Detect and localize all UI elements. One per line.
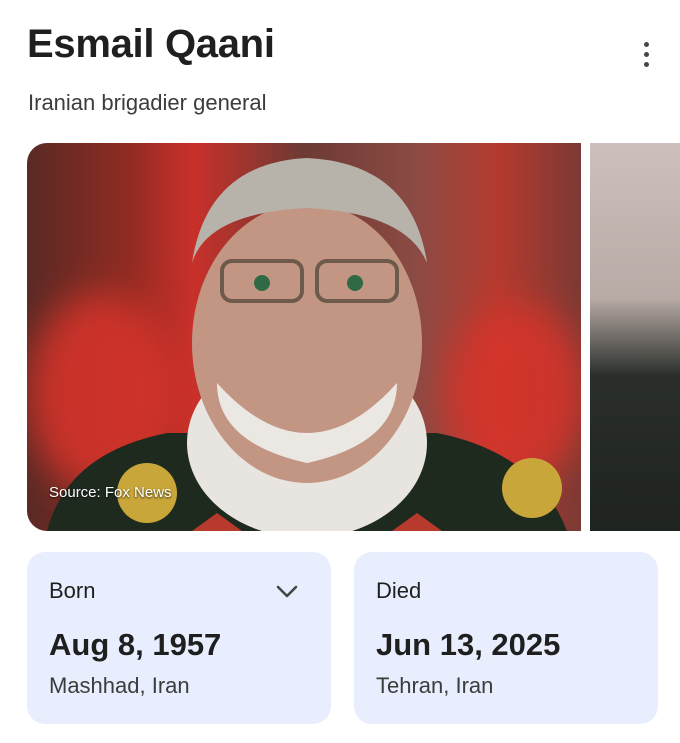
image-gallery[interactable]: Source: Fox News — [27, 143, 680, 531]
born-label: Born — [49, 578, 96, 603]
died-card[interactable]: Died Jun 13, 2025 Tehran, Iran — [354, 552, 658, 724]
more-options-button[interactable] — [628, 36, 664, 72]
born-card[interactable]: Born Aug 8, 1957 Mashhad, Iran — [27, 552, 331, 724]
died-place: Tehran, Iran — [376, 673, 494, 698]
main-photo[interactable]: Source: Fox News — [27, 143, 581, 531]
secondary-photo[interactable] — [590, 143, 680, 531]
born-place: Mashhad, Iran — [49, 673, 190, 698]
more-vert-icon — [643, 41, 649, 47]
image-source-caption: Source: Fox News — [49, 484, 172, 501]
portrait-illustration — [47, 158, 567, 531]
died-label: Died — [376, 578, 422, 603]
died-date: Jun 13, 2025 — [376, 627, 561, 662]
chevron-down-icon[interactable] — [275, 582, 299, 602]
dot — [643, 51, 649, 57]
page-subtitle: Iranian brigadier general — [28, 90, 267, 115]
born-date: Aug 8, 1957 — [49, 627, 222, 662]
page-title: Esmail Qaani — [27, 22, 275, 66]
dot — [643, 61, 649, 67]
